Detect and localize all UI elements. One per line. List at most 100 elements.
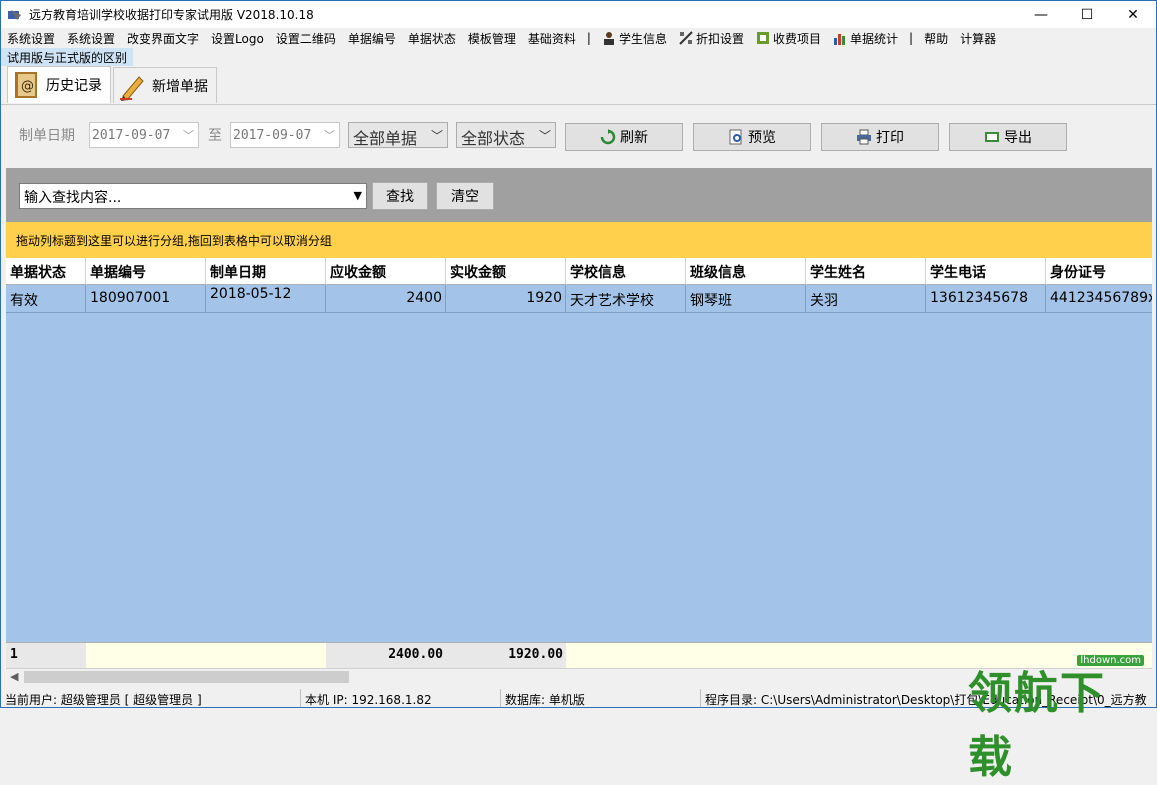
doc-filter-value: 全部单据 — [353, 129, 418, 148]
col-header-class[interactable]: 班级信息 — [686, 258, 806, 285]
app-window: 远方教育培训学校收据打印专家试用版 V2018.10.18 — ☐ ✕ 系统设置… — [0, 0, 1157, 783]
watermark-text: 领航下载 — [968, 668, 1106, 783]
refresh-icon — [600, 129, 616, 145]
group-by-panel[interactable]: 拖动列标题到这里可以进行分组,拖回到表格中可以取消分组 — [6, 222, 1152, 258]
menu-template[interactable]: 模板管理 — [462, 28, 522, 48]
date-to-value: 2017-09-07 — [233, 128, 312, 143]
cell-id-no[interactable]: 44123456789xx — [1046, 285, 1152, 313]
watermark-logo: 领航下载 lhdown.com — [968, 651, 1148, 783]
menu-doc-stats-label: 单据统计 — [850, 31, 899, 46]
date-label: 制单日期 — [19, 128, 75, 144]
menu-doc-number[interactable]: 单据编号 — [342, 28, 402, 48]
watermark-url: lhdown.com — [1077, 655, 1144, 666]
menu-separator-2: | — [909, 31, 914, 45]
summary-count: 1 — [6, 643, 86, 668]
print-label: 打印 — [876, 130, 904, 146]
date-from-picker[interactable]: 2017-09-07 ﹀ — [89, 122, 199, 148]
menu-help[interactable]: 帮助 — [918, 28, 954, 48]
cell-status[interactable]: 有效 — [6, 285, 86, 313]
discount-icon — [679, 31, 693, 45]
summary-received: 1920.00 — [446, 643, 566, 668]
menu-trial-diff[interactable]: 试用版与正式版的区别 — [1, 48, 134, 66]
col-header-status[interactable]: 单据状态 — [6, 258, 86, 285]
menu-logo[interactable]: 设置Logo — [205, 28, 270, 48]
cell-received[interactable]: 1920 — [446, 285, 566, 313]
menu-ui-text[interactable]: 改变界面文字 — [121, 28, 205, 48]
status-filter-value: 全部状态 — [461, 129, 526, 148]
cell-date[interactable]: 2018-05-12 — [206, 285, 326, 313]
menu-base-data[interactable]: 基础资料 — [522, 28, 582, 48]
student-icon — [603, 32, 614, 45]
menu-bar: 系统设置 系统设置 改变界面文字 设置Logo 设置二维码 单据编号 单据状态 … — [1, 28, 1156, 48]
col-header-id-no[interactable]: 身份证号 — [1046, 258, 1152, 285]
preview-label: 预览 — [748, 130, 776, 146]
col-header-receivable[interactable]: 应收金额 — [326, 258, 446, 285]
cell-phone[interactable]: 13612345678 — [926, 285, 1046, 313]
stats-icon — [834, 34, 845, 45]
export-icon — [985, 132, 999, 142]
date-to-picker[interactable]: 2017-09-07 ﹀ — [230, 122, 340, 148]
search-bar: 输入查找内容... ▼ 查找 清空 — [6, 168, 1152, 222]
col-header-phone[interactable]: 学生电话 — [926, 258, 1046, 285]
search-input[interactable]: 输入查找内容... ▼ — [19, 183, 367, 209]
cell-student-name[interactable]: 关羽 — [806, 285, 926, 313]
records-grid: 单据状态 单据编号 制单日期 应收金额 实收金额 学校信息 班级信息 学生姓名 … — [6, 258, 1152, 642]
pencil-icon — [120, 75, 144, 101]
refresh-label: 刷新 — [620, 130, 648, 146]
col-header-school[interactable]: 学校信息 — [566, 258, 686, 285]
menu-system-settings-2[interactable]: 系统设置 — [61, 28, 121, 48]
cell-receivable[interactable]: 2400 — [326, 285, 446, 313]
status-filter-select[interactable]: 全部状态 ﹀ — [456, 122, 556, 148]
menu-calculator[interactable]: 计算器 — [954, 28, 1002, 48]
find-button[interactable]: 查找 — [372, 182, 428, 210]
window-title: 远方教育培训学校收据打印专家试用版 V2018.10.18 — [29, 8, 314, 22]
menu-fee-items-label: 收费项目 — [772, 31, 821, 46]
cell-school[interactable]: 天才艺术学校 — [566, 285, 686, 313]
col-header-received[interactable]: 实收金额 — [446, 258, 566, 285]
menu-qrcode[interactable]: 设置二维码 — [270, 28, 342, 48]
preview-button[interactable]: 预览 — [693, 123, 811, 151]
status-db: 数据库: 单机版 — [501, 689, 701, 707]
menu-doc-status[interactable]: 单据状态 — [402, 28, 462, 48]
app-icon — [8, 9, 21, 20]
cell-class[interactable]: 钢琴班 — [686, 285, 806, 313]
menu-system-settings[interactable]: 系统设置 — [1, 28, 61, 48]
col-header-student-name[interactable]: 学生姓名 — [806, 258, 926, 285]
chevron-down-icon: ﹀ — [430, 129, 443, 143]
print-button[interactable]: 打印 — [821, 123, 939, 151]
clear-button[interactable]: 清空 — [436, 182, 494, 210]
menu-student-info-label: 学生信息 — [618, 31, 667, 46]
menu-discount[interactable]: 折扣设置 — [673, 28, 750, 48]
summary-receivable: 2400.00 — [326, 643, 446, 668]
close-button[interactable]: ✕ — [1110, 1, 1156, 28]
summary-spacer — [86, 643, 326, 668]
export-button[interactable]: 导出 — [949, 123, 1067, 151]
refresh-button[interactable]: 刷新 — [565, 123, 683, 151]
table-row[interactable]: 有效 180907001 2018-05-12 2400 1920 天才艺术学校… — [6, 285, 1152, 313]
chevron-down-icon: ﹀ — [538, 129, 551, 143]
tab-history[interactable]: @ 历史记录 — [7, 66, 111, 103]
tab-new-doc[interactable]: 新增单据 — [113, 67, 217, 103]
export-label: 导出 — [1004, 130, 1032, 146]
doc-filter-select[interactable]: 全部单据 ﹀ — [348, 122, 448, 148]
chevron-down-icon: ﹀ — [183, 129, 194, 142]
col-header-doc-no[interactable]: 单据编号 — [86, 258, 206, 285]
address-book-icon: @ — [15, 72, 37, 98]
menu-student-info[interactable]: 学生信息 — [596, 28, 673, 48]
tab-history-label: 历史记录 — [46, 78, 102, 94]
tab-strip: @ 历史记录 新增单据 — [7, 66, 219, 103]
menu-fee-items[interactable]: 收费项目 — [750, 28, 827, 48]
scrollbar-thumb[interactable] — [24, 671, 349, 683]
col-header-date[interactable]: 制单日期 — [206, 258, 326, 285]
scroll-left-icon[interactable]: ◀ — [10, 670, 18, 683]
filter-toolbar: 制单日期 2017-09-07 ﹀ 至 2017-09-07 ﹀ 全部单据 ﹀ … — [1, 104, 1156, 168]
printer-icon — [857, 129, 871, 145]
minimize-button[interactable]: — — [1018, 1, 1064, 28]
preview-icon — [729, 129, 742, 145]
menu-doc-stats[interactable]: 单据统计 — [827, 28, 904, 48]
chevron-down-icon: ▼ — [353, 189, 362, 202]
search-placeholder: 输入查找内容... — [24, 190, 122, 206]
menu-discount-label: 折扣设置 — [695, 31, 744, 46]
cell-doc-no[interactable]: 180907001 — [86, 285, 206, 313]
maximize-button[interactable]: ☐ — [1064, 1, 1110, 28]
